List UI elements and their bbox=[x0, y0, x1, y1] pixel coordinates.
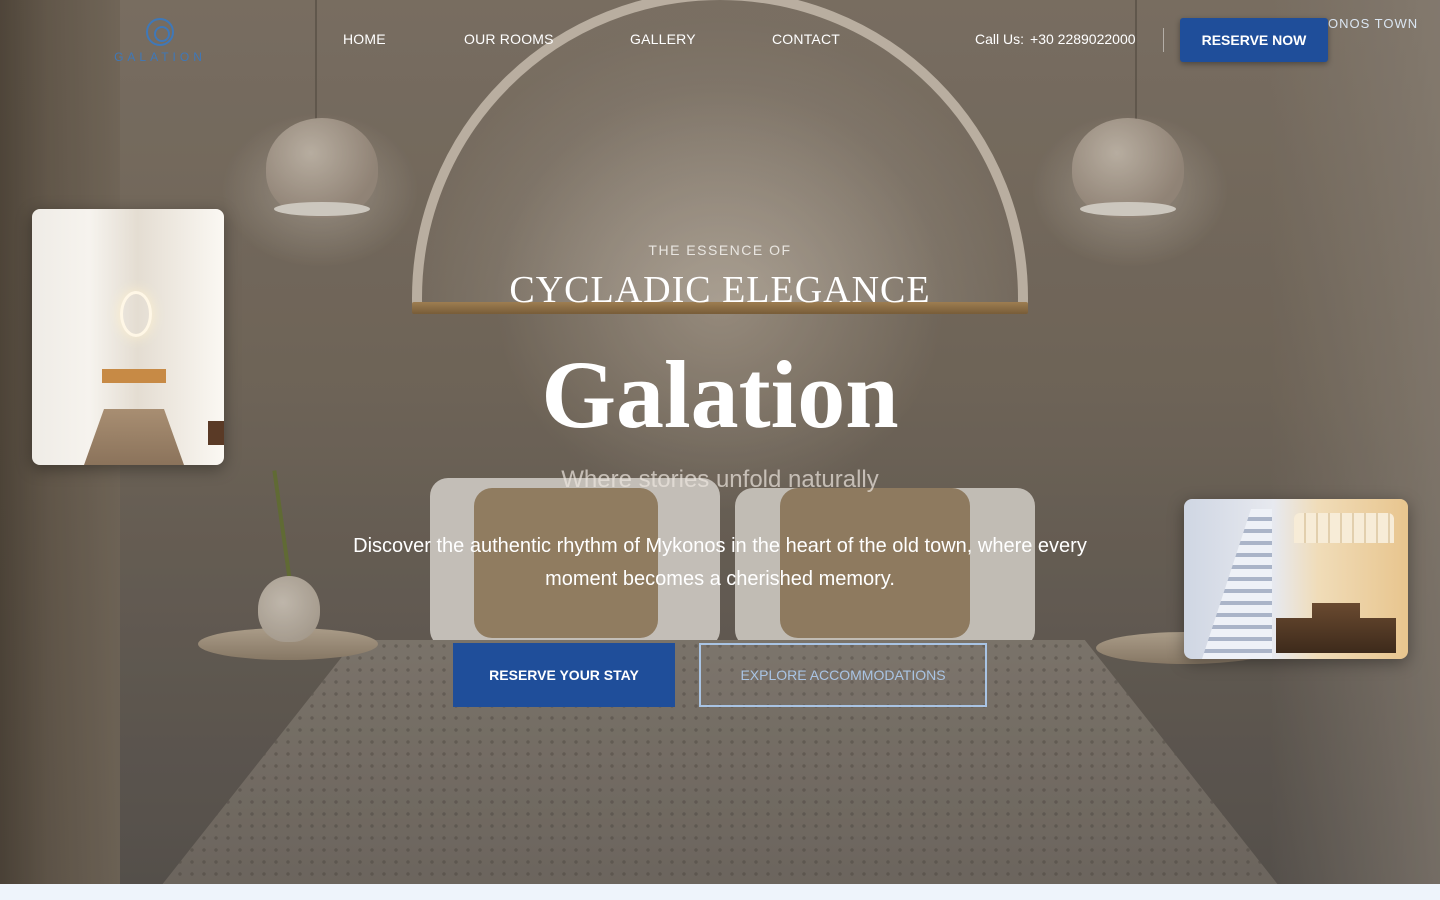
lobby-photo-card bbox=[1184, 499, 1408, 659]
call-us[interactable]: Call Us: +30 2289022000 bbox=[975, 31, 1136, 47]
phone-number[interactable]: +30 2289022000 bbox=[1030, 31, 1136, 47]
floor-shape bbox=[84, 409, 184, 465]
canopy-shape bbox=[1294, 513, 1394, 543]
mirror-shape bbox=[120, 291, 152, 337]
bathroom-photo-card bbox=[32, 209, 224, 465]
furniture-shape bbox=[1276, 603, 1396, 653]
logo[interactable]: GALATION bbox=[112, 18, 208, 66]
reserve-now-button[interactable]: RESERVE NOW bbox=[1180, 18, 1328, 62]
location-tag: ONOS TOWN bbox=[1328, 16, 1419, 31]
call-label: Call Us: bbox=[975, 31, 1025, 47]
nav-contact[interactable]: CONTACT bbox=[772, 31, 840, 47]
stairs-shape bbox=[1202, 509, 1272, 659]
galation-spiral-logo-icon bbox=[146, 18, 174, 46]
hero-tagline: Where stories unfold naturally bbox=[561, 466, 879, 493]
vanity-shape bbox=[102, 369, 166, 383]
hero-description: Discover the authentic rhythm of Mykonos… bbox=[353, 535, 1087, 590]
plant-pot-shape bbox=[208, 421, 224, 445]
nav-divider bbox=[1163, 28, 1164, 52]
logo-text: GALATION bbox=[114, 50, 206, 64]
reserve-your-stay-button[interactable]: RESERVE YOUR STAY bbox=[453, 643, 675, 707]
nav-home[interactable]: HOME bbox=[343, 31, 386, 47]
explore-accommodations-button[interactable]: EXPLORE ACCOMMODATIONS bbox=[699, 643, 987, 707]
nav-our-rooms[interactable]: OUR ROOMS bbox=[464, 31, 554, 47]
nav-gallery[interactable]: GALLERY bbox=[630, 31, 696, 47]
page-bottom-strip bbox=[0, 884, 1440, 900]
